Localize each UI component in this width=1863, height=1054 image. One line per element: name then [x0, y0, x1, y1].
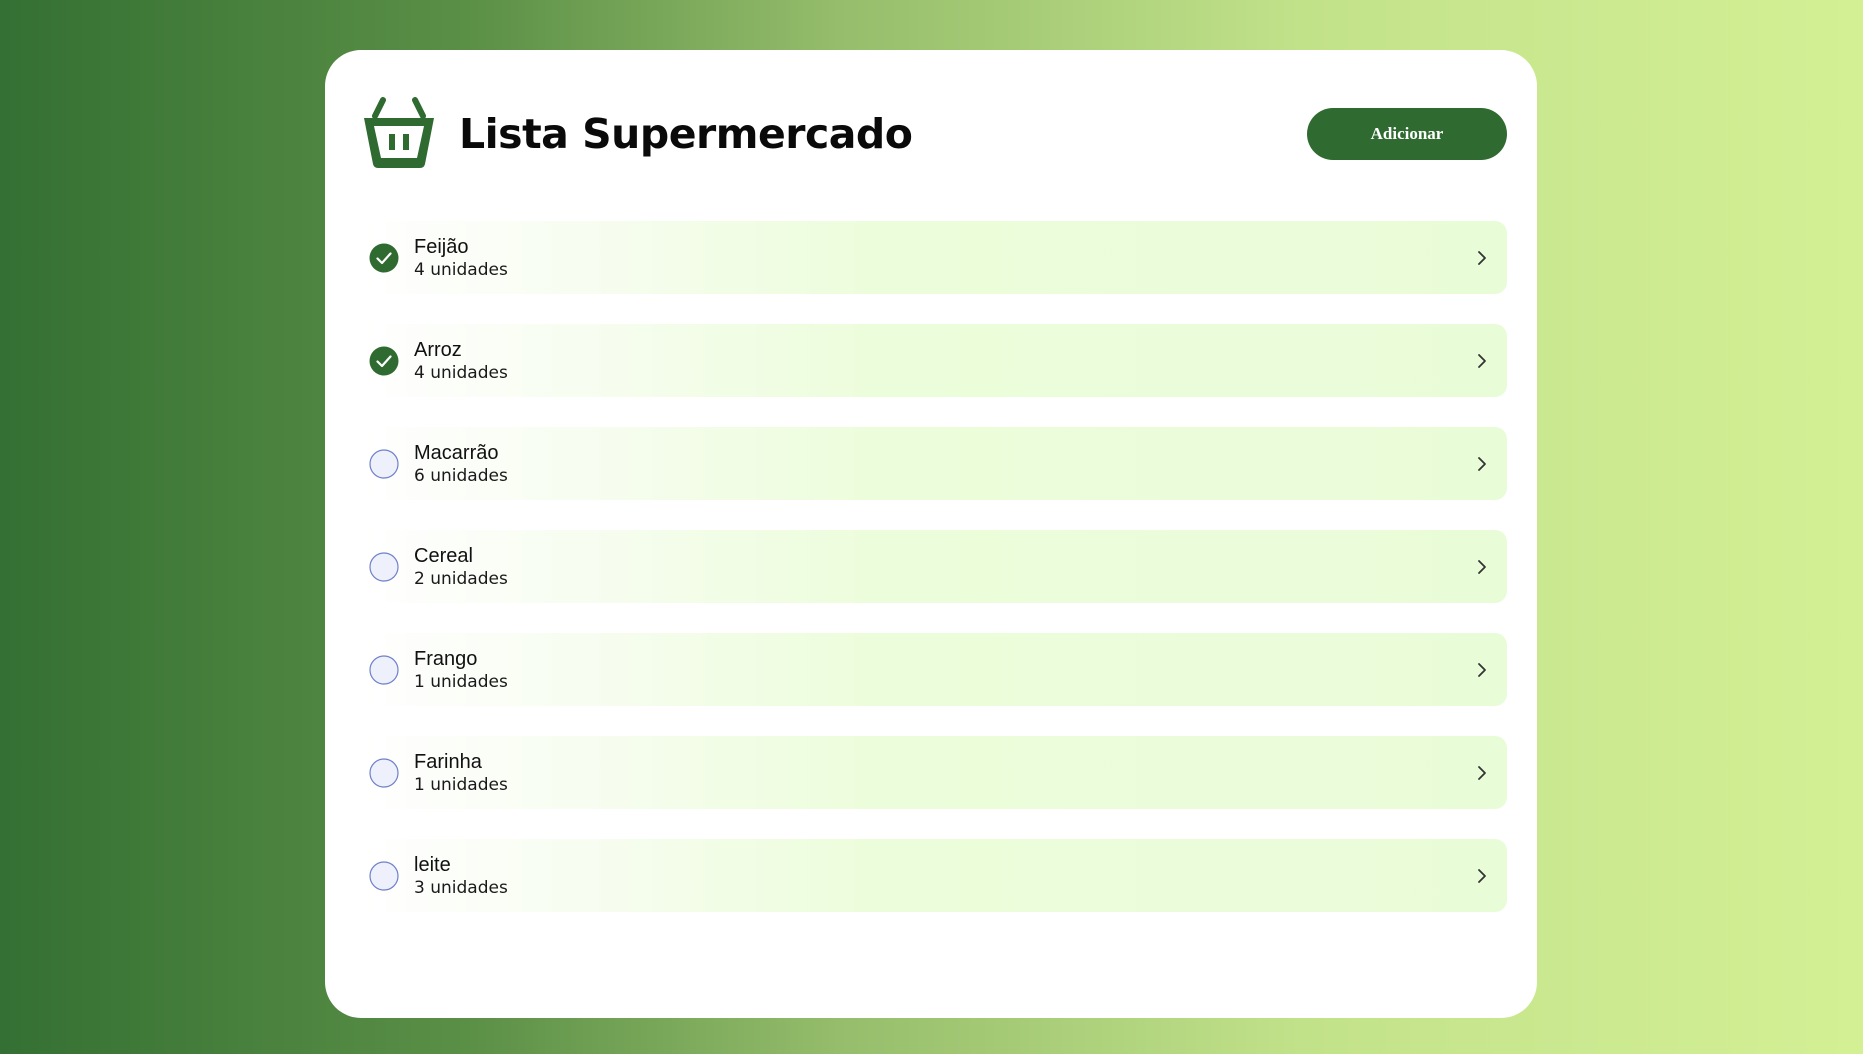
check-circle-icon[interactable] [369, 346, 399, 376]
check-circle-icon[interactable] [369, 243, 399, 273]
item-name: Feijão [414, 235, 469, 258]
empty-circle-icon[interactable] [369, 448, 399, 479]
item-texts: Farinha 1 unidades [414, 750, 508, 796]
shopping-list-card: Lista Supermercado Adicionar Feijão 4 un… [325, 50, 1537, 1018]
item-list: Feijão 4 unidades Arroz 4 unidades Macar… [361, 221, 1507, 942]
empty-circle-icon[interactable] [369, 757, 399, 788]
add-item-button[interactable]: Adicionar [1307, 108, 1507, 160]
item-name: Farinha [414, 750, 482, 773]
list-item[interactable]: Macarrão 6 unidades [361, 427, 1507, 500]
empty-circle-icon[interactable] [369, 551, 399, 582]
chevron-right-icon[interactable] [1475, 454, 1489, 474]
list-item[interactable]: Arroz 4 unidades [361, 324, 1507, 397]
item-texts: Macarrão 6 unidades [414, 441, 508, 487]
item-texts: Feijão 4 unidades [414, 235, 508, 281]
item-quantity: 2 unidades [414, 568, 508, 589]
basket-icon [361, 96, 437, 172]
empty-circle-icon[interactable] [369, 654, 399, 685]
item-name: Frango [414, 647, 478, 670]
empty-circle-icon[interactable] [369, 860, 399, 891]
item-name: Macarrão [414, 441, 499, 464]
item-texts: leite 3 unidades [414, 853, 508, 899]
list-item[interactable]: Cereal 2 unidades [361, 530, 1507, 603]
item-quantity: 4 unidades [414, 362, 508, 383]
chevron-right-icon[interactable] [1475, 660, 1489, 680]
item-texts: Arroz 4 unidades [414, 338, 508, 384]
item-quantity: 1 unidades [414, 774, 508, 795]
chevron-right-icon[interactable] [1475, 557, 1489, 577]
item-quantity: 4 unidades [414, 259, 508, 280]
item-quantity: 3 unidades [414, 877, 508, 898]
item-name: leite [414, 853, 451, 876]
chevron-right-icon[interactable] [1475, 248, 1489, 268]
item-name: Cereal [414, 544, 473, 567]
list-item[interactable]: Frango 1 unidades [361, 633, 1507, 706]
list-item[interactable]: leite 3 unidades [361, 839, 1507, 912]
item-name: Arroz [414, 338, 462, 361]
item-quantity: 1 unidades [414, 671, 508, 692]
list-item[interactable]: Feijão 4 unidades [361, 221, 1507, 294]
page-title: Lista Supermercado [459, 110, 913, 158]
chevron-right-icon[interactable] [1475, 763, 1489, 783]
item-texts: Cereal 2 unidades [414, 544, 508, 590]
chevron-right-icon[interactable] [1475, 351, 1489, 371]
list-item[interactable]: Farinha 1 unidades [361, 736, 1507, 809]
item-quantity: 6 unidades [414, 465, 508, 486]
item-texts: Frango 1 unidades [414, 647, 508, 693]
header: Lista Supermercado Adicionar [361, 88, 1507, 180]
chevron-right-icon[interactable] [1475, 866, 1489, 886]
